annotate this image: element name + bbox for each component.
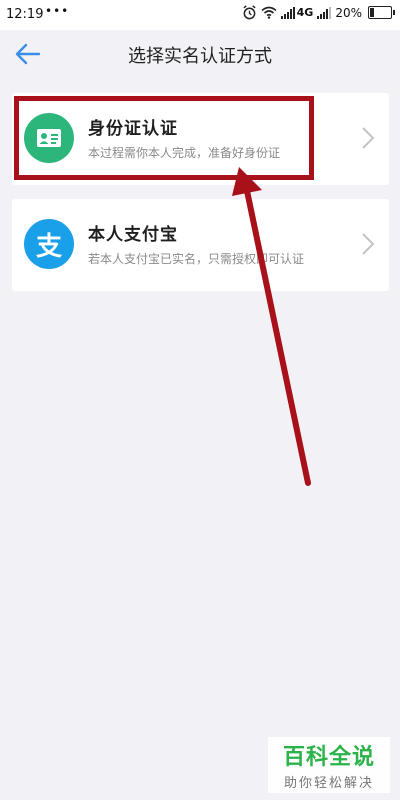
chevron-right-icon (362, 233, 375, 255)
network-type: 4G (296, 6, 314, 19)
status-icons: 4G 20% (242, 5, 395, 20)
status-bar: 12:19 ••• 4G 20% (0, 0, 400, 30)
option-title: 本人支付宝 (88, 225, 178, 245)
nav-bar: 选择实名认证方式 (0, 30, 400, 78)
alipay-glyph: 支 (35, 231, 62, 262)
battery-icon (368, 6, 395, 19)
alarm-icon (243, 5, 256, 20)
option-subtitle: 本过程需你本人完成，准备好身份证 (88, 146, 281, 160)
signal-icon (280, 6, 295, 19)
id-card-verification-option[interactable]: 身份证认证 本过程需你本人完成，准备好身份证 (12, 93, 389, 185)
page-title: 选择实名认证方式 (128, 46, 272, 67)
option-subtitle: 若本人支付宝已实名，只需授权即可认证 (88, 252, 305, 266)
chevron-right-icon (362, 127, 375, 149)
alipay-icon: 支 (24, 219, 74, 269)
battery-level (370, 8, 375, 17)
alipay-verification-option[interactable]: 支 本人支付宝 若本人支付宝已实名，只需授权即可认证 (12, 199, 389, 291)
watermark-title: 百科全说 (282, 745, 375, 770)
watermark-subtitle: 助你轻松解决 (283, 776, 374, 791)
option-title: 身份证认证 (88, 119, 178, 139)
watermark-logo: 百科全说 助你轻松解决 (268, 737, 390, 793)
wifi-icon (261, 6, 277, 19)
id-card-icon (24, 113, 74, 163)
signal-icon-2 (317, 6, 332, 19)
status-time: 12:19 (6, 7, 44, 22)
battery-percent: 20% (335, 5, 362, 20)
notification-dots-icon: ••• (45, 4, 70, 18)
